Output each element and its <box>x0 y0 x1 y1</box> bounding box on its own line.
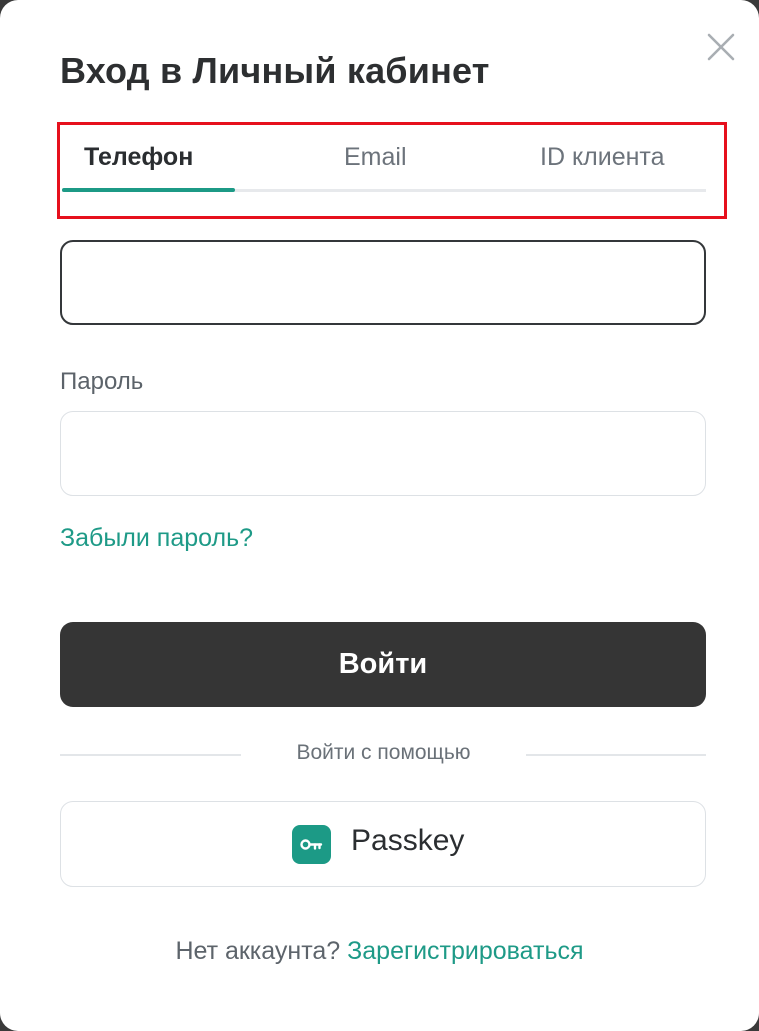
tab-phone[interactable]: Телефон <box>84 143 193 172</box>
passkey-button[interactable]: Passkey <box>60 801 706 887</box>
active-tab-indicator <box>62 188 235 192</box>
key-icon <box>292 825 331 864</box>
tab-client-id[interactable]: ID клиента <box>540 143 665 172</box>
login-button[interactable]: Войти <box>60 622 706 707</box>
passkey-label: Passkey <box>351 824 465 857</box>
phone-input[interactable] <box>60 240 706 325</box>
divider-line-left <box>60 754 241 756</box>
divider-text: Войти с помощью <box>296 741 471 764</box>
tab-email[interactable]: Email <box>344 143 407 172</box>
footer: Нет аккаунта? Зарегистрироваться <box>0 937 759 966</box>
password-label: Пароль <box>60 368 144 395</box>
no-account-text: Нет аккаунта? <box>175 937 341 965</box>
password-input[interactable] <box>60 411 706 496</box>
register-link[interactable]: Зарегистрироваться <box>347 937 583 965</box>
modal-title: Вход в Личный кабинет <box>60 50 490 91</box>
close-icon[interactable] <box>702 28 740 66</box>
forgot-password-link[interactable]: Забыли пароль? <box>60 524 253 553</box>
login-method-tabs: Телефон Email ID клиента <box>62 135 706 192</box>
login-modal: Вход в Личный кабинет Телефон Email ID к… <box>0 0 759 1031</box>
divider-line-right <box>526 754 706 756</box>
